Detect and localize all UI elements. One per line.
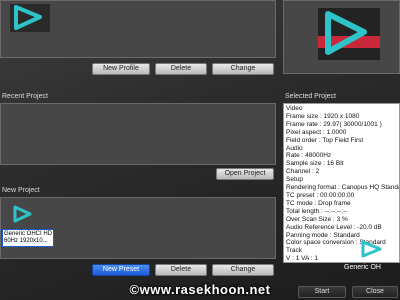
detail-line: Setup xyxy=(286,176,303,184)
preset-label: Generic OHCI HD 60Hz 1920x10... xyxy=(2,229,54,247)
new-preset-button[interactable]: New Preset xyxy=(92,264,150,276)
play-logo-icon xyxy=(318,8,380,60)
detail-line: TC mode : Drop frame xyxy=(286,199,351,207)
detail-line: Frame size : 1920 x 1080 xyxy=(286,112,360,120)
recent-project-list[interactable] xyxy=(0,103,276,165)
new-profile-button[interactable]: New Profile xyxy=(92,63,150,75)
change-profile-button[interactable]: Change xyxy=(212,63,274,75)
detail-line: Rendering format : Canopus HQ Standard xyxy=(286,184,400,192)
profile-thumbnail[interactable] xyxy=(10,4,50,32)
detail-line: TC preset : 00:00:00;00 xyxy=(286,191,355,199)
open-project-button[interactable]: Open Project xyxy=(216,168,274,180)
new-project-title: New Project xyxy=(2,187,40,194)
detail-line: Audio xyxy=(286,144,303,152)
detail-line: Rate : 48000Hz xyxy=(286,152,332,160)
detail-line: Total length : --:--:--;-- xyxy=(286,207,348,215)
watermark-text: ©www.rasekhoon.net xyxy=(129,282,271,297)
selected-project-title: Selected Project xyxy=(285,93,336,100)
play-logo-icon xyxy=(10,4,50,32)
detail-line: Channel : 2 xyxy=(286,168,320,176)
delete-profile-button[interactable]: Delete xyxy=(155,63,207,75)
selected-preview-thumbnail xyxy=(318,8,380,60)
detail-line: Frame rate : 29.97( 30000/1001 ) xyxy=(286,120,382,128)
play-logo-icon xyxy=(13,205,32,223)
change-preset-button[interactable]: Change xyxy=(212,264,274,276)
detail-line: Sample size : 16 Bit xyxy=(286,160,344,168)
recent-project-title: Recent Project xyxy=(2,93,48,100)
detail-line: Over Scan Size : 3 % xyxy=(286,215,348,223)
selected-preset-label: Generic OH xyxy=(344,264,381,271)
delete-preset-button[interactable]: Delete xyxy=(155,264,207,276)
detail-line: Pixel aspect : 1.0000 xyxy=(286,128,347,136)
detail-line: Field order : Top Field First xyxy=(286,136,364,144)
selected-preset-thumbnail: Generic OH xyxy=(340,238,400,280)
detail-line: Video xyxy=(286,105,303,112)
play-logo-icon xyxy=(361,240,382,258)
preset-item[interactable]: Generic OHCI HD 60Hz 1920x10... xyxy=(2,205,54,249)
detail-line: Audio Reference Level : -20.0 dB xyxy=(286,223,382,231)
